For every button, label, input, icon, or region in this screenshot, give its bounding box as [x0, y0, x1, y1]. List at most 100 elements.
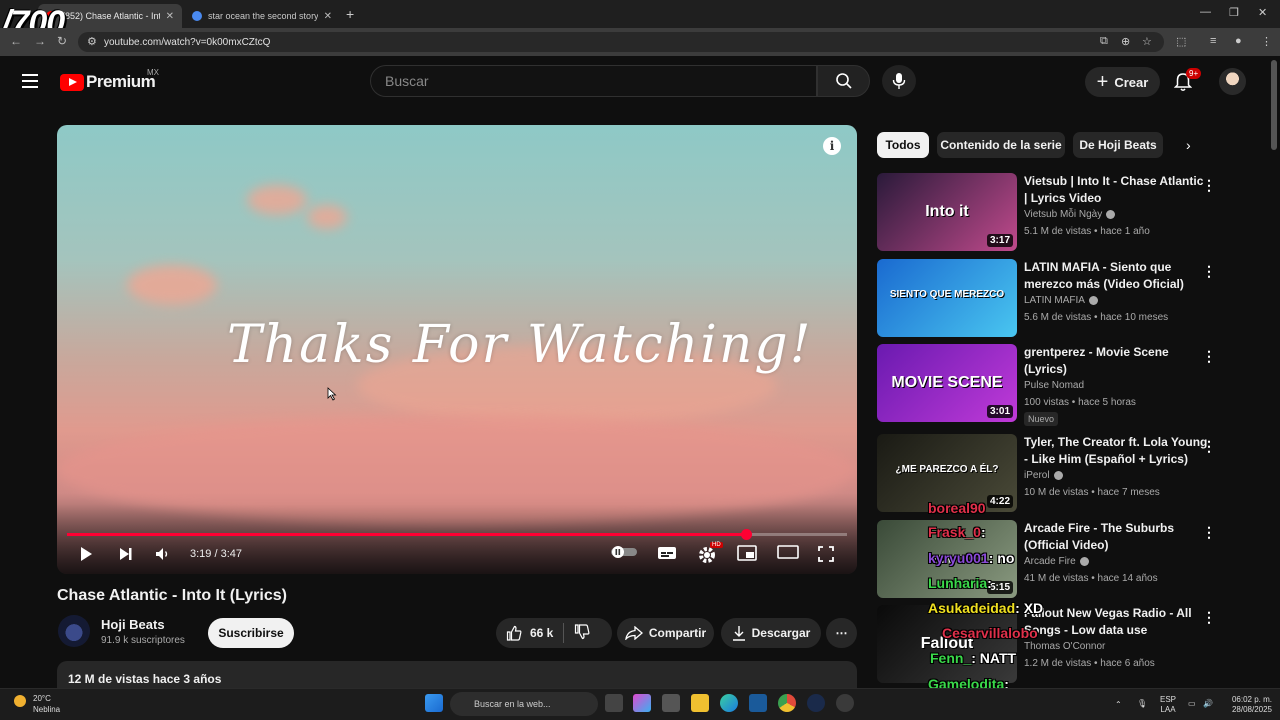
more-vertical-icon[interactable]: ⋮: [1202, 609, 1216, 626]
more-vertical-icon[interactable]: ⋮: [1202, 177, 1216, 194]
recommendation-thumbnail[interactable]: SIENTO QUE MEREZCO: [877, 259, 1017, 337]
reload-icon[interactable]: ↻: [57, 34, 67, 48]
chip-todos[interactable]: Todos: [877, 132, 929, 158]
theater-mode-button[interactable]: [777, 545, 799, 559]
recommendation-channel[interactable]: LATIN MAFIA: [1024, 295, 1098, 306]
maximize-icon[interactable]: ❐: [1229, 6, 1239, 19]
browser-menu-icon[interactable]: ⋮: [1261, 35, 1272, 48]
recommendation-thumbnail[interactable]: Fallout: [877, 605, 1017, 683]
subscribe-button[interactable]: Suscribirse: [208, 618, 294, 648]
page-scrollbar[interactable]: [1271, 60, 1277, 150]
close-window-icon[interactable]: ✕: [1258, 6, 1267, 19]
search-box[interactable]: [370, 65, 817, 97]
microphone-tray-icon[interactable]: 🎙: [1137, 699, 1147, 709]
recommendation-channel[interactable]: Pulse Nomad: [1024, 380, 1084, 391]
minimize-icon[interactable]: —: [1200, 6, 1211, 18]
dislike-button[interactable]: [574, 623, 590, 643]
forward-icon[interactable]: →: [34, 34, 46, 48]
zoom-icon[interactable]: ⊕: [1121, 35, 1130, 48]
weather-icon[interactable]: [12, 693, 28, 714]
chip-channel[interactable]: De Hoji Beats: [1073, 132, 1163, 158]
browser-tab[interactable]: star ocean the second story - B ✕: [184, 4, 340, 28]
more-vertical-icon[interactable]: ⋮: [1202, 263, 1216, 280]
more-vertical-icon[interactable]: ⋮: [1202, 348, 1216, 365]
taskbar-search[interactable]: Buscar en la web...: [450, 692, 598, 716]
next-button[interactable]: [117, 545, 135, 563]
voice-search-button[interactable]: [882, 65, 916, 97]
channel-name[interactable]: Hoji Beats: [101, 617, 165, 632]
settings-button[interactable]: HD: [697, 542, 723, 565]
volume-tray-icon[interactable]: 🔊: [1203, 699, 1213, 709]
recommendation-item[interactable]: Fallout Fallout New Vegas Radio - All So…: [877, 605, 1217, 685]
subtitles-button[interactable]: [657, 545, 677, 561]
chip-series[interactable]: Contenido de la serie: [937, 132, 1065, 158]
download-button[interactable]: Descargar: [721, 618, 821, 648]
recommendation-title[interactable]: LATIN MAFIA - Siento que merezco más (Vi…: [1024, 259, 1208, 293]
youtube-premium-logo[interactable]: Premium: [60, 72, 156, 92]
recommendation-channel[interactable]: Vietsub Mỗi Ngày: [1024, 209, 1116, 220]
bookmark-star-icon[interactable]: ☆: [1142, 35, 1152, 48]
code-app-icon[interactable]: [749, 694, 767, 712]
create-button[interactable]: + Crear: [1085, 67, 1160, 97]
recommendation-title[interactable]: grentperez - Movie Scene (Lyrics): [1024, 344, 1208, 378]
fullscreen-button[interactable]: [817, 545, 835, 563]
new-tab-icon[interactable]: +: [346, 6, 354, 22]
site-info-icon[interactable]: ⚙: [87, 35, 97, 48]
recommendation-item[interactable]: SIENTO QUE MEREZCO LATIN MAFIA - Siento …: [877, 259, 1217, 339]
chevron-right-icon[interactable]: ›: [1186, 137, 1191, 153]
share-button[interactable]: Compartir: [617, 618, 714, 648]
profile-icon[interactable]: ●: [1235, 35, 1242, 47]
scrubber-handle[interactable]: [740, 529, 752, 540]
recommendation-title[interactable]: Arcade Fire - The Suburbs (Official Vide…: [1024, 520, 1208, 554]
back-icon[interactable]: ←: [10, 34, 22, 48]
install-app-icon[interactable]: ⧉: [1100, 35, 1108, 48]
task-view-icon[interactable]: [605, 694, 623, 712]
channel-avatar[interactable]: [58, 615, 90, 647]
close-tab-icon[interactable]: ✕: [324, 11, 332, 22]
url-text[interactable]: youtube.com/watch?v=0k00mxCZtcQ: [104, 37, 270, 48]
language-indicator[interactable]: ESP LAA: [1160, 695, 1176, 715]
tray-overflow-icon[interactable]: ⌃: [1115, 700, 1122, 710]
thumbnail-text: MOVIE SCENE: [891, 374, 1003, 391]
close-tab-icon[interactable]: ✕: [166, 11, 174, 22]
media-controls-icon[interactable]: ≡: [1210, 35, 1216, 47]
account-avatar[interactable]: [1219, 68, 1246, 95]
progress-bar[interactable]: [67, 529, 847, 540]
network-icon[interactable]: ▭: [1188, 699, 1196, 709]
chat-username: Asukadeidad: [928, 600, 1016, 616]
search-input[interactable]: [371, 66, 816, 96]
recommendation-thumbnail[interactable]: Into it 3:17: [877, 173, 1017, 251]
recommendation-title[interactable]: Vietsub | Into It - Chase Atlantic | Lyr…: [1024, 173, 1208, 207]
search-button[interactable]: [817, 65, 870, 97]
recommendation-item[interactable]: Into it 3:17 Vietsub | Into It - Chase A…: [877, 173, 1217, 253]
app-icon[interactable]: [836, 694, 854, 712]
recommendation-channel[interactable]: iPerol: [1024, 470, 1063, 481]
steam-icon[interactable]: [807, 694, 825, 712]
play-button[interactable]: [77, 545, 95, 563]
recommendation-thumbnail[interactable]: MOVIE SCENE 3:01: [877, 344, 1017, 422]
windows-start-icon[interactable]: [425, 694, 443, 712]
menu-icon[interactable]: [22, 74, 38, 92]
miniplayer-button[interactable]: [737, 545, 757, 561]
store-icon[interactable]: [662, 694, 680, 712]
chrome-icon[interactable]: [778, 694, 796, 712]
extensions-icon[interactable]: ⬚: [1176, 35, 1186, 48]
more-actions-button[interactable]: ⋯: [826, 618, 857, 648]
recommendation-channel[interactable]: Arcade Fire: [1024, 556, 1089, 567]
edge-icon[interactable]: [720, 694, 738, 712]
file-explorer-icon[interactable]: [691, 694, 709, 712]
info-icon[interactable]: i: [823, 137, 841, 155]
more-vertical-icon[interactable]: ⋮: [1202, 438, 1216, 455]
like-button[interactable]: 66 k: [506, 625, 553, 641]
video-player[interactable]: Thaks For Watching! i 3:19 / 3:47 HD: [57, 125, 857, 574]
more-vertical-icon[interactable]: ⋮: [1202, 524, 1216, 541]
logo-text: Premium: [86, 72, 156, 91]
recommendation-channel[interactable]: Thomas O'Connor: [1024, 641, 1105, 652]
autoplay-toggle[interactable]: [610, 545, 638, 559]
recommendation-title[interactable]: Fallout New Vegas Radio - All Songs - Lo…: [1024, 605, 1208, 639]
recommendation-item[interactable]: MOVIE SCENE 3:01 grentperez - Movie Scen…: [877, 344, 1217, 426]
recommendation-title[interactable]: Tyler, The Creator ft. Lola Young - Like…: [1024, 434, 1208, 468]
mute-button[interactable]: [154, 545, 172, 563]
copilot-icon[interactable]: [633, 694, 651, 712]
clock[interactable]: 06:02 p. m. 28/08/2025: [1224, 695, 1272, 715]
